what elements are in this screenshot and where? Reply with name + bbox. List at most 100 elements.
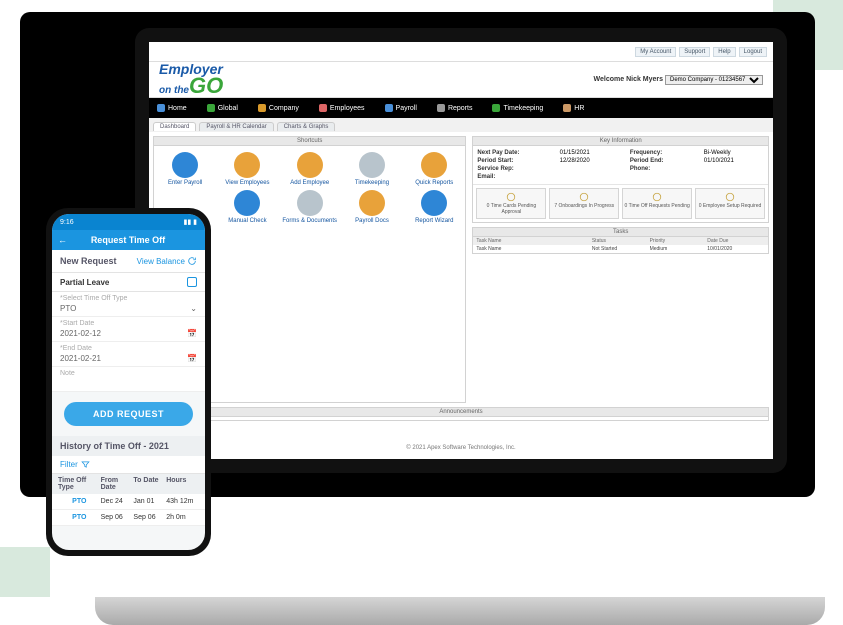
status-time: 9:16 (60, 219, 74, 226)
announcements-title: Announcements (154, 408, 768, 417)
value: Bi-Weekly (704, 150, 764, 156)
phone-screen: 9:16 ▮▮ ▮ ← Request Time Off New Request… (52, 214, 205, 550)
menu-timekeeping[interactable]: Timekeeping (492, 104, 543, 112)
keyinfo-card[interactable]: 0 Time Cards Pending Approval (476, 188, 546, 219)
label: Phone: (630, 166, 694, 172)
menu-hr[interactable]: HR (563, 104, 584, 112)
shortcut-label: Timekeeping (355, 180, 389, 186)
shortcut-icon (359, 190, 385, 216)
calendar-icon: 📅 (187, 329, 197, 338)
add-request-button[interactable]: ADD REQUEST (64, 402, 193, 426)
logout-button[interactable]: Logout (739, 47, 767, 57)
support-button[interactable]: Support (679, 47, 710, 57)
shortcut-quick-reports[interactable]: Quick Reports (405, 152, 463, 186)
card-icon (725, 192, 735, 202)
partial-leave-label: Partial Leave (60, 278, 109, 287)
card-icon (579, 192, 589, 202)
tab-payroll-hr-calendar[interactable]: Payroll & HR Calendar (199, 122, 273, 131)
top-utility-bar: My Account Support Help Logout (149, 42, 773, 62)
shortcut-label: Quick Reports (415, 180, 453, 186)
shortcut-add-employee[interactable]: Add Employee (281, 152, 339, 186)
keyinfo-card[interactable]: 0 Time Off Requests Pending (622, 188, 692, 219)
shortcut-forms-documents[interactable]: Forms & Documents (281, 190, 339, 224)
tab-charts-graphs[interactable]: Charts & Graphs (277, 122, 336, 131)
availability-text: tly available. (149, 421, 773, 435)
shortcut-view-employees[interactable]: View Employees (218, 152, 276, 186)
partial-leave-row[interactable]: Partial Leave (52, 273, 205, 292)
history-row[interactable]: PTOSep 06Sep 062h 0m (52, 510, 205, 526)
shortcut-label: Manual Check (228, 218, 266, 224)
shortcut-label: Add Employee (290, 180, 329, 186)
col-header: Task Name (476, 238, 591, 244)
note-field[interactable]: Note (52, 367, 205, 392)
label: Next Pay Date: (477, 150, 549, 156)
tab-dashboard[interactable]: Dashboard (153, 122, 196, 131)
shortcut-label: Enter Payroll (168, 180, 202, 186)
label: Email: (477, 174, 764, 180)
footer: © 2021 Apex Software Technologies, Inc. (149, 445, 773, 451)
view-balance-link[interactable]: View Balance (137, 256, 197, 266)
chevron-down-icon: ⌄ (190, 304, 197, 313)
filter-button[interactable]: Filter (52, 456, 205, 474)
refresh-icon (187, 256, 197, 266)
announcements-panel: Announcements (153, 407, 769, 421)
welcome-text: Welcome Nick Myers (594, 76, 664, 83)
shortcut-enter-payroll[interactable]: Enter Payroll (156, 152, 214, 186)
card-icon (506, 192, 516, 202)
menu-reports[interactable]: Reports (437, 104, 473, 112)
help-button[interactable]: Help (713, 47, 735, 57)
shortcut-icon (297, 152, 323, 178)
new-request-label: New Request (60, 256, 117, 266)
label: Service Rep: (477, 166, 549, 172)
keyinfo-title: Key Information (473, 137, 768, 146)
laptop-frame: My Account Support Help Logout Employer … (135, 28, 787, 473)
shortcut-icon (234, 152, 260, 178)
menu-home[interactable]: Home (157, 104, 187, 112)
shortcut-label: Report Wizard (415, 218, 453, 224)
task-row[interactable]: Task Name Not Started Medium 10/01/2020 (473, 245, 768, 253)
shortcut-report-wizard[interactable]: Report Wizard (405, 190, 463, 224)
shortcut-icon (421, 190, 447, 216)
shortcut-payroll-docs[interactable]: Payroll Docs (343, 190, 401, 224)
value: 01/15/2021 (560, 150, 620, 156)
start-date-field[interactable]: *Start Date 2021-02-12📅 (52, 317, 205, 342)
sub-tabs: Dashboard Payroll & HR Calendar Charts &… (149, 118, 773, 132)
my-account-button[interactable]: My Account (635, 47, 676, 57)
menu-payroll[interactable]: Payroll (385, 104, 417, 112)
keyinfo-card[interactable]: 0 Employee Setup Required (695, 188, 765, 219)
menu-company[interactable]: Company (258, 104, 299, 112)
page-title: Request Time Off (73, 235, 183, 245)
label: Period End: (630, 158, 694, 164)
checkbox[interactable] (187, 277, 197, 287)
shortcut-label: Payroll Docs (355, 218, 389, 224)
shortcut-label: View Employees (225, 180, 269, 186)
page-title-bar: ← Request Time Off (52, 230, 205, 250)
new-request-header: New Request View Balance (52, 250, 205, 273)
menu-global[interactable]: Global (207, 104, 238, 112)
col-header: Status (592, 238, 650, 244)
value (704, 166, 764, 172)
end-date-field[interactable]: *End Date 2021-02-21📅 (52, 342, 205, 367)
calendar-icon: 📅 (187, 354, 197, 363)
menu-employees[interactable]: Employees (319, 104, 365, 112)
shortcut-timekeeping[interactable]: Timekeeping (343, 152, 401, 186)
main-menu: Home Global Company Employees Payroll Re… (149, 98, 773, 118)
shortcut-icon (297, 190, 323, 216)
card-icon (652, 192, 662, 202)
header: Employer on theGO Welcome Nick Myers Dem… (149, 62, 773, 98)
shortcut-icon (359, 152, 385, 178)
company-select[interactable]: Demo Company - 01234567 (665, 75, 763, 85)
timeoff-type-field[interactable]: *Select Time Off Type PTO⌄ (52, 292, 205, 317)
laptop-base (95, 597, 825, 625)
shortcut-manual-check[interactable]: Manual Check (218, 190, 276, 224)
back-icon[interactable]: ← (58, 235, 67, 245)
keyinfo-card[interactable]: 7 Onboardings In Progress (549, 188, 619, 219)
shortcut-icon (234, 190, 260, 216)
history-row[interactable]: PTODec 24Jan 0143h 12m (52, 494, 205, 510)
shortcut-label: Forms & Documents (282, 218, 337, 224)
status-icons: ▮▮ ▮ (183, 218, 197, 226)
value: 12/28/2020 (560, 158, 620, 164)
welcome-area: Welcome Nick Myers Demo Company - 012345… (594, 75, 763, 85)
status-bar: 9:16 ▮▮ ▮ (52, 214, 205, 230)
logo: Employer on theGO (159, 61, 223, 99)
